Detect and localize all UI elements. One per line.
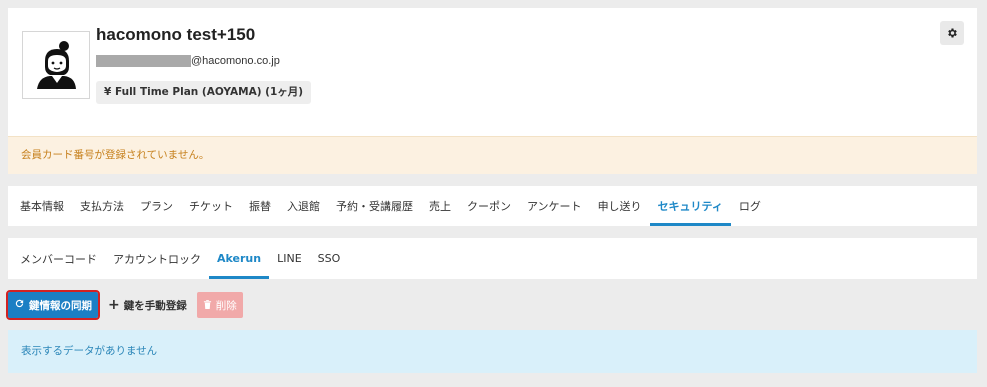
- delete-label: 削除: [215, 299, 237, 312]
- manual-key-register-button[interactable]: + 鍵を手動登録: [102, 292, 193, 318]
- tab-entry-exit[interactable]: 入退館: [279, 186, 328, 226]
- security-sub-tabs: メンバーコード アカウントロック Akerun LINE SSO: [8, 238, 977, 279]
- tab-ticket[interactable]: チケット: [181, 186, 241, 226]
- avatar: [22, 31, 90, 99]
- tab-basic-info[interactable]: 基本情報: [8, 186, 72, 226]
- email-domain: @hacomono.co.jp: [191, 55, 280, 67]
- trash-icon: [203, 299, 212, 312]
- subtab-member-code[interactable]: メンバーコード: [12, 238, 105, 279]
- subtab-akerun[interactable]: Akerun: [209, 238, 270, 279]
- no-data-message: 表示するデータがありません: [8, 330, 977, 373]
- member-tabs: 基本情報 支払方法 プラン チケット 振替 入退館 予約・受講履歴 売上 クーポ…: [8, 186, 977, 226]
- tab-security[interactable]: セキュリティ: [649, 186, 732, 226]
- tab-coupon[interactable]: クーポン: [459, 186, 519, 226]
- tab-handover-notes[interactable]: 申し送り: [590, 186, 650, 226]
- tab-payment-method[interactable]: 支払方法: [72, 186, 132, 226]
- settings-button[interactable]: [940, 21, 964, 45]
- subtab-sso[interactable]: SSO: [310, 238, 349, 279]
- plus-icon: +: [108, 297, 120, 313]
- member-profile-card: hacomono test+150 @hacomono.co.jp ¥ Full…: [8, 8, 977, 145]
- plan-badge: ¥ Full Time Plan (AOYAMA) (1ヶ月): [96, 81, 312, 104]
- manual-key-register-label: 鍵を手動登録: [123, 299, 187, 312]
- email-redaction: [96, 55, 191, 67]
- tab-survey[interactable]: アンケート: [519, 186, 590, 226]
- tab-plan[interactable]: プラン: [132, 186, 181, 226]
- gear-icon: [948, 28, 957, 38]
- akerun-toolbar: 鍵情報の同期 + 鍵を手動登録 削除: [6, 290, 243, 320]
- refresh-icon: [14, 298, 25, 312]
- card-not-registered-alert: 会員カード番号が登録されていません。: [8, 136, 977, 174]
- subtab-line[interactable]: LINE: [269, 238, 310, 279]
- sync-key-info-button[interactable]: 鍵情報の同期: [6, 290, 100, 320]
- delete-button[interactable]: 削除: [196, 292, 243, 318]
- member-email: @hacomono.co.jp: [96, 54, 280, 68]
- tab-reservation-history[interactable]: 予約・受講履歴: [328, 186, 421, 226]
- tab-sales[interactable]: 売上: [421, 186, 459, 226]
- subtab-account-lock[interactable]: アカウントロック: [105, 238, 209, 279]
- member-name: hacomono test+150: [96, 25, 256, 44]
- sync-key-info-label: 鍵情報の同期: [29, 299, 92, 312]
- user-avatar-icon: [37, 41, 76, 89]
- tab-log[interactable]: ログ: [731, 186, 769, 226]
- tab-transfer[interactable]: 振替: [241, 186, 279, 226]
